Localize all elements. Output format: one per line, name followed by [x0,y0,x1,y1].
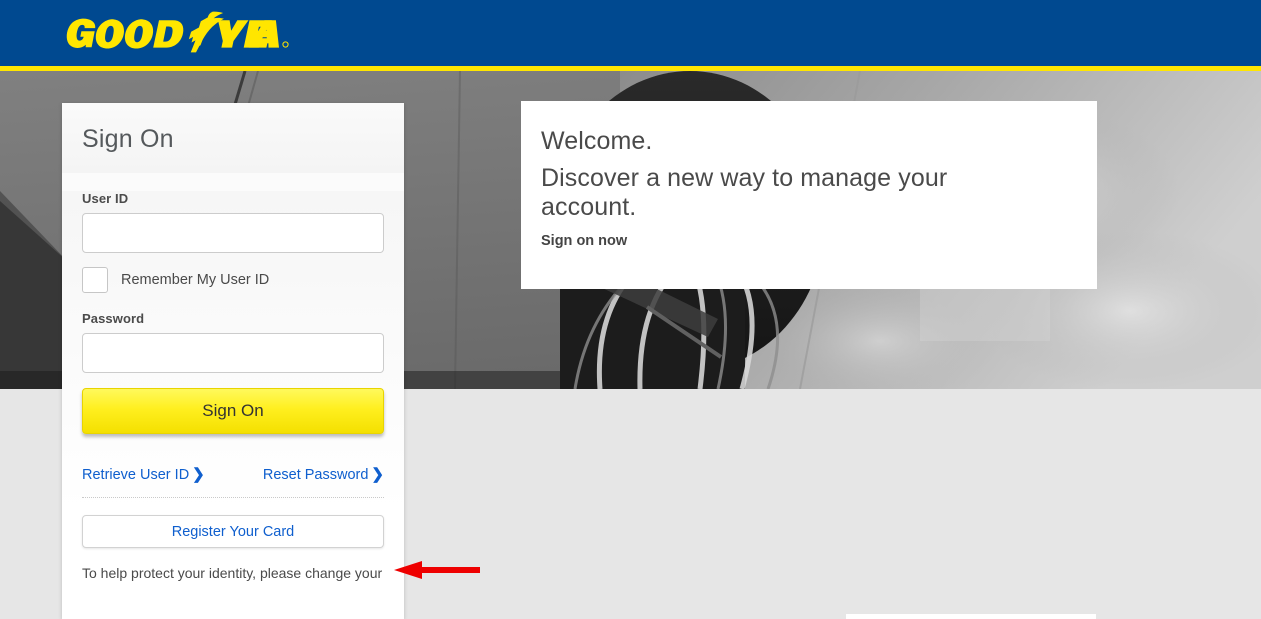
welcome-subheading: Discover a new way to manage your accoun… [541,164,948,221]
reset-password-label: Reset Password [262,467,369,483]
sign-on-form: User ID Remember My User ID Password Sig… [62,191,404,619]
account-help-links: Retrieve User ID ❯ Reset Password ❯ [82,465,384,483]
sign-on-now-link[interactable]: Sign on now [541,233,627,249]
user-id-label: User ID [82,191,129,206]
page-viewport: Welcome. Discover a new way to manage yo… [0,0,1261,619]
sign-on-card-header: Sign On [62,103,404,173]
password-label: Password [82,311,145,326]
page-title: Sign On [82,125,174,153]
annotation-arrow-icon [394,561,480,579]
sign-on-card: Sign On User ID Remember My User ID Pass… [62,103,404,619]
remember-user-id-label: Remember My User ID [121,272,270,288]
security-note: To help protect your identity, please ch… [82,565,383,581]
remember-user-id-row: Remember My User ID [82,267,384,293]
bottom-content-panel [846,614,1096,619]
password-input[interactable] [82,333,384,373]
retrieve-user-id-label: Retrieve User ID [82,467,190,483]
retrieve-user-id-link[interactable]: Retrieve User ID ❯ [82,465,205,483]
reset-password-link[interactable]: Reset Password ❯ [263,465,384,483]
chevron-right-icon: ❯ [371,466,384,483]
welcome-panel: Welcome. Discover a new way to manage yo… [521,101,1097,289]
welcome-heading: Welcome. [541,127,653,155]
remember-user-id-checkbox[interactable] [82,267,108,293]
goodyear-winged-foot-logo[interactable] [58,10,290,58]
sign-on-button[interactable]: Sign On [82,388,384,434]
section-divider [82,497,384,498]
register-your-card-button[interactable]: Register Your Card [82,515,384,548]
user-id-input[interactable] [82,213,384,253]
chevron-right-icon: ❯ [192,466,205,483]
site-header [0,0,1261,66]
